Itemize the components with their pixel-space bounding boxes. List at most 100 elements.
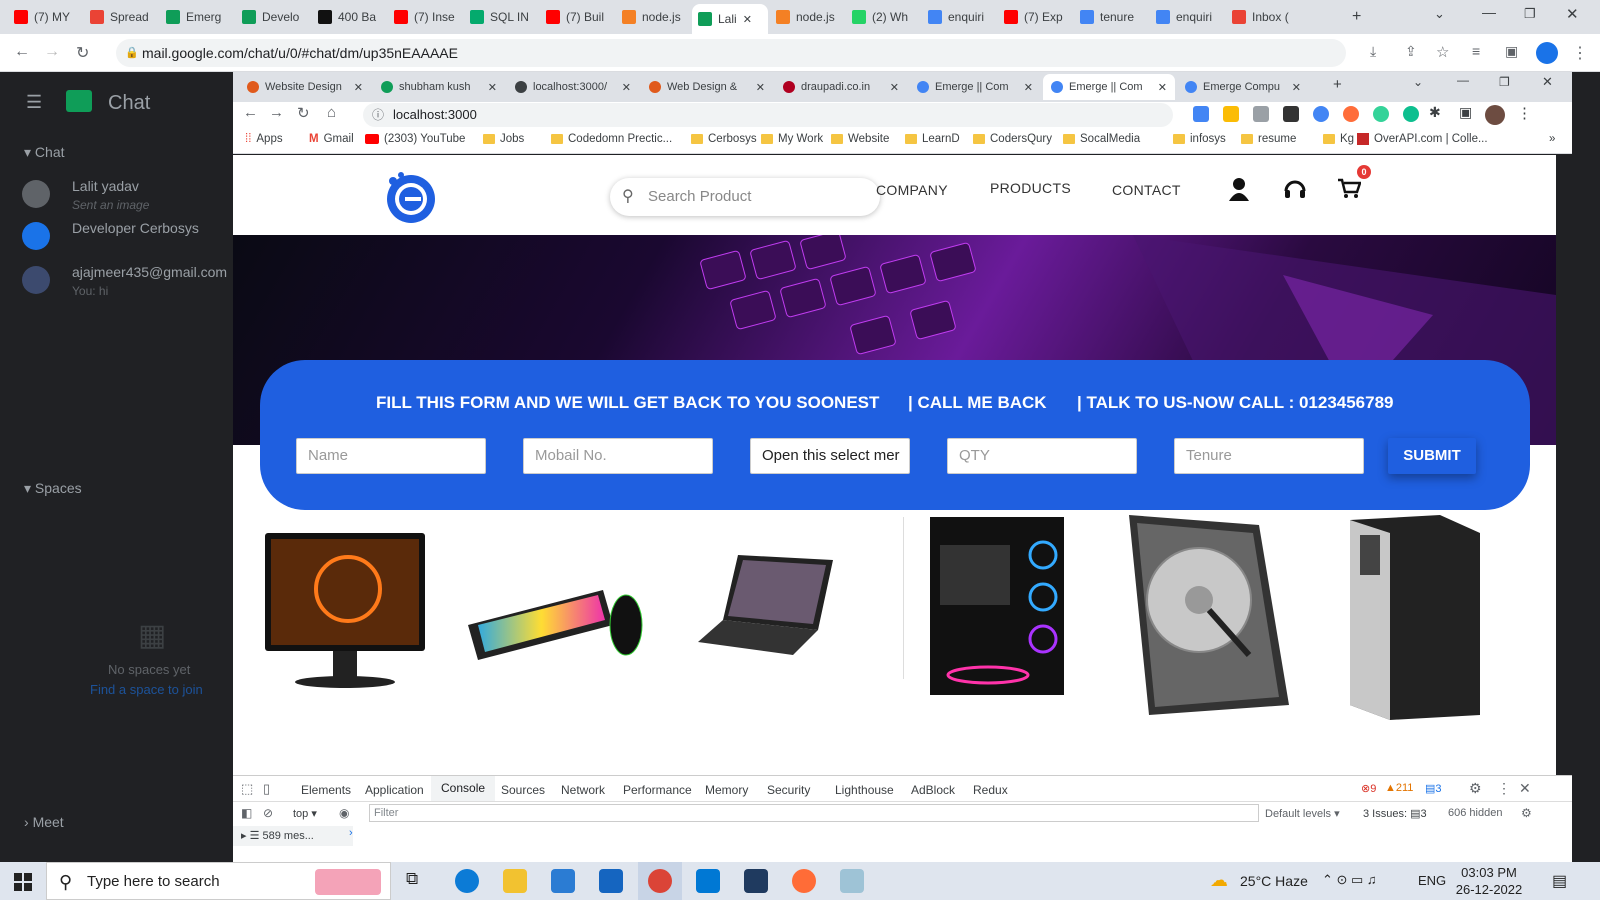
chat-person-item[interactable]: ajajmeer435@gmail.com You: hi <box>8 262 228 302</box>
inner-tab[interactable]: Web Design & ✕ <box>641 74 773 100</box>
spaces-section-header[interactable]: ▾ Spaces <box>24 480 82 497</box>
outer-url-field[interactable]: 🔒 mail.google.com/chat/u/0/#chat/dm/up35… <box>116 39 1346 67</box>
task-view-icon[interactable]: ⧉ <box>406 869 418 889</box>
support-headset-icon[interactable] <box>1283 177 1307 201</box>
inspect-element-icon[interactable]: ⬚ <box>241 781 253 797</box>
message-group[interactable]: ▸ ☰ 589 mes... <box>233 826 353 846</box>
product-keyboard-mouse-image[interactable] <box>468 580 648 670</box>
devtools-tab-performance[interactable]: Performance <box>623 783 692 797</box>
nav-company[interactable]: COMPANY <box>876 182 948 198</box>
tab-search-icon[interactable]: ⌄ <box>1434 6 1445 22</box>
menu-icon[interactable]: ⋮ <box>1517 104 1532 122</box>
device-toolbar-icon[interactable]: ▯ <box>263 781 270 797</box>
restore-icon[interactable]: ❐ <box>1524 6 1536 22</box>
close-tab-icon[interactable]: ✕ <box>488 81 497 94</box>
inner-url-field[interactable]: ⓘ localhost:3000 <box>363 103 1173 127</box>
bookmark-item[interactable]: Website <box>831 133 889 145</box>
side-panel-icon[interactable]: ▣ <box>1459 104 1472 121</box>
qty-input[interactable]: QTY <box>947 438 1137 474</box>
close-tab-icon[interactable]: ✕ <box>1292 81 1301 94</box>
devtools-tab-sources[interactable]: Sources <box>501 783 545 797</box>
outer-tab[interactable]: enquiri <box>922 4 994 30</box>
close-tab-icon[interactable]: ✕ <box>743 13 752 26</box>
outer-tab[interactable]: Develo <box>236 4 308 30</box>
bookmark-item[interactable]: Jobs <box>483 133 524 145</box>
bookmark-item[interactable]: SocalMedia <box>1063 133 1140 145</box>
back-icon[interactable]: ← <box>243 104 258 121</box>
issues-button[interactable]: 3 Issues: ▤3 <box>1363 807 1427 820</box>
product-search-input[interactable]: ⚲ Search Product <box>610 178 880 216</box>
extension-icon[interactable] <box>1253 106 1269 122</box>
outer-tab[interactable]: (7) MY <box>8 4 80 30</box>
outer-tab[interactable]: (7) Inse <box>388 4 460 30</box>
file-explorer-icon[interactable] <box>503 869 527 893</box>
emerge-logo-icon[interactable] <box>381 167 441 225</box>
outer-tab[interactable]: Emerg <box>160 4 232 30</box>
chrome-icon[interactable] <box>648 869 672 893</box>
devtools-tab-application[interactable]: Application <box>365 783 424 797</box>
call-me-back-link[interactable]: | CALL ME BACK <box>908 393 1047 413</box>
outer-tab[interactable]: Lali ✕ <box>692 4 768 34</box>
windows-start-icon[interactable] <box>14 873 32 891</box>
meet-section-header[interactable]: › Meet <box>24 814 64 830</box>
close-tab-icon[interactable]: ✕ <box>756 81 765 94</box>
reload-icon[interactable]: ↻ <box>297 104 310 122</box>
cart-icon[interactable] <box>1337 177 1361 199</box>
sidebar-toggle-icon[interactable]: ◧ <box>241 806 252 820</box>
close-tab-icon[interactable]: ✕ <box>890 81 899 94</box>
inner-tab[interactable]: Emerge || Com ✕ <box>909 74 1041 100</box>
language-indicator[interactable]: ENG <box>1418 873 1446 888</box>
close-tab-icon[interactable]: ✕ <box>354 81 363 94</box>
outer-tab[interactable]: Inbox ( <box>1226 4 1298 30</box>
console-filter-input[interactable]: Filter <box>369 804 1259 822</box>
product-hard-disk-image[interactable] <box>1109 515 1289 715</box>
bookmark-star-icon[interactable]: ☆ <box>1436 43 1449 61</box>
chat-section-header[interactable]: ▾ Chat <box>24 144 65 161</box>
back-icon[interactable]: ← <box>14 43 30 61</box>
devtools-tab-network[interactable]: Network <box>561 783 605 797</box>
puzzle-extensions-icon[interactable]: ✱ <box>1429 104 1441 121</box>
mobile-input[interactable]: Mobail No. <box>523 438 713 474</box>
close-window-icon[interactable]: ✕ <box>1542 74 1553 90</box>
close-devtools-icon[interactable]: ✕ <box>1519 780 1531 797</box>
info-count[interactable]: ▤3 <box>1425 782 1442 795</box>
bookmark-item[interactable]: Kg <box>1323 133 1354 145</box>
drive-extension-icon[interactable] <box>1223 106 1239 122</box>
restore-icon[interactable]: ❐ <box>1499 75 1510 89</box>
grammarly-icon[interactable] <box>1373 106 1389 122</box>
forward-icon[interactable]: → <box>44 43 60 61</box>
error-count[interactable]: ⊗9 <box>1361 782 1376 795</box>
reading-list-icon[interactable]: ≡ <box>1472 43 1480 59</box>
devtools-tab-lighthouse[interactable]: Lighthouse <box>835 783 894 797</box>
notepad-icon[interactable] <box>840 869 864 893</box>
more-bookmarks-icon[interactable]: » <box>1549 133 1555 145</box>
menu-icon[interactable]: ⋮ <box>1572 43 1588 63</box>
app-icon[interactable] <box>744 869 768 893</box>
reload-icon[interactable]: ↻ <box>76 43 89 63</box>
new-tab-icon[interactable]: + <box>1333 76 1342 93</box>
inner-tab[interactable]: Emerge Compu ✕ <box>1177 74 1309 100</box>
profile-avatar[interactable] <box>1485 105 1505 125</box>
weather-text[interactable]: 25°C Haze <box>1240 873 1308 889</box>
edge-icon[interactable] <box>455 869 479 893</box>
forward-icon[interactable]: → <box>269 104 284 121</box>
tab-search-icon[interactable]: ⌄ <box>1413 75 1423 89</box>
bookmark-item[interactable]: Cerbosys <box>691 133 757 145</box>
outer-tab[interactable]: node.js <box>770 4 842 30</box>
user-icon[interactable] <box>1228 177 1250 201</box>
devtools-tab-adblock[interactable]: AdBlock <box>911 783 955 797</box>
bookmark-item[interactable]: LearnD <box>905 133 960 145</box>
bookmark-item[interactable]: OverAPI.com | Colle... <box>1357 133 1488 145</box>
devtools-tab-console[interactable]: Console <box>431 776 496 801</box>
outer-tab[interactable]: SQL IN <box>464 4 536 30</box>
warning-count[interactable]: ▲211 <box>1385 782 1413 794</box>
product-select[interactable]: Open this select mer <box>750 438 910 474</box>
bookmark-item[interactable]: Codedomn Prectic... <box>551 133 672 145</box>
taskbar-search-input[interactable]: ⚲ Type here to search <box>46 862 391 900</box>
close-tab-icon[interactable]: ✕ <box>1158 81 1167 94</box>
share-icon[interactable]: ⇪ <box>1405 43 1417 60</box>
minimize-icon[interactable]: — <box>1457 73 1469 87</box>
console-prompt-icon[interactable]: › <box>349 827 353 839</box>
outer-tab[interactable]: (7) Buil <box>540 4 612 30</box>
nav-contact[interactable]: CONTACT <box>1112 182 1181 198</box>
